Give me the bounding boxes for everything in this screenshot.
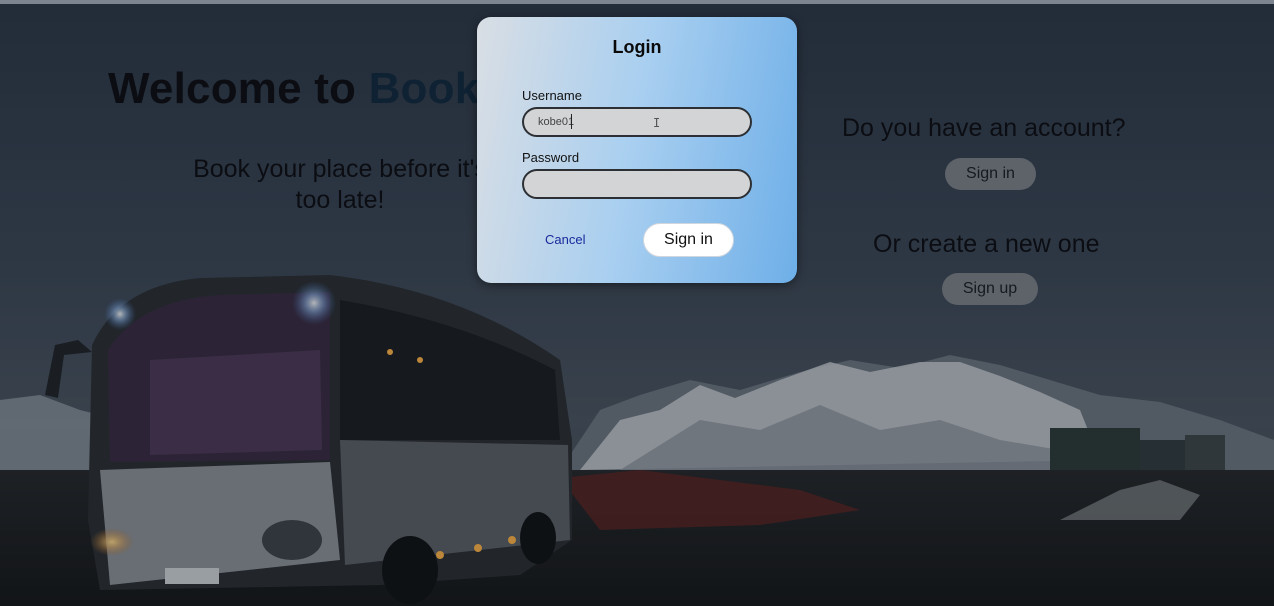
sign-up-button[interactable]: Sign up bbox=[942, 273, 1038, 305]
cancel-button[interactable]: Cancel bbox=[545, 232, 585, 247]
password-input[interactable] bbox=[522, 169, 752, 199]
brand-name: Book bbox=[368, 64, 480, 113]
username-label: Username bbox=[522, 88, 582, 103]
modal-sign-in-button[interactable]: Sign in bbox=[643, 223, 734, 257]
text-caret bbox=[571, 114, 572, 129]
have-account-text: Do you have an account? bbox=[842, 114, 1126, 142]
username-input[interactable] bbox=[522, 107, 752, 137]
text-cursor-icon: I bbox=[653, 116, 661, 130]
login-modal: Login Username I Password Cancel Sign in bbox=[477, 17, 797, 283]
tagline: Book your place before it's too late! bbox=[193, 155, 487, 214]
create-account-text: Or create a new one bbox=[873, 230, 1100, 258]
welcome-heading: Welcome to Book bbox=[108, 64, 479, 114]
password-label: Password bbox=[522, 150, 580, 165]
modal-title: Login bbox=[612, 37, 662, 57]
window-top-border bbox=[0, 0, 1274, 4]
sign-in-button[interactable]: Sign in bbox=[945, 158, 1036, 190]
welcome-prefix: Welcome to bbox=[108, 64, 369, 113]
